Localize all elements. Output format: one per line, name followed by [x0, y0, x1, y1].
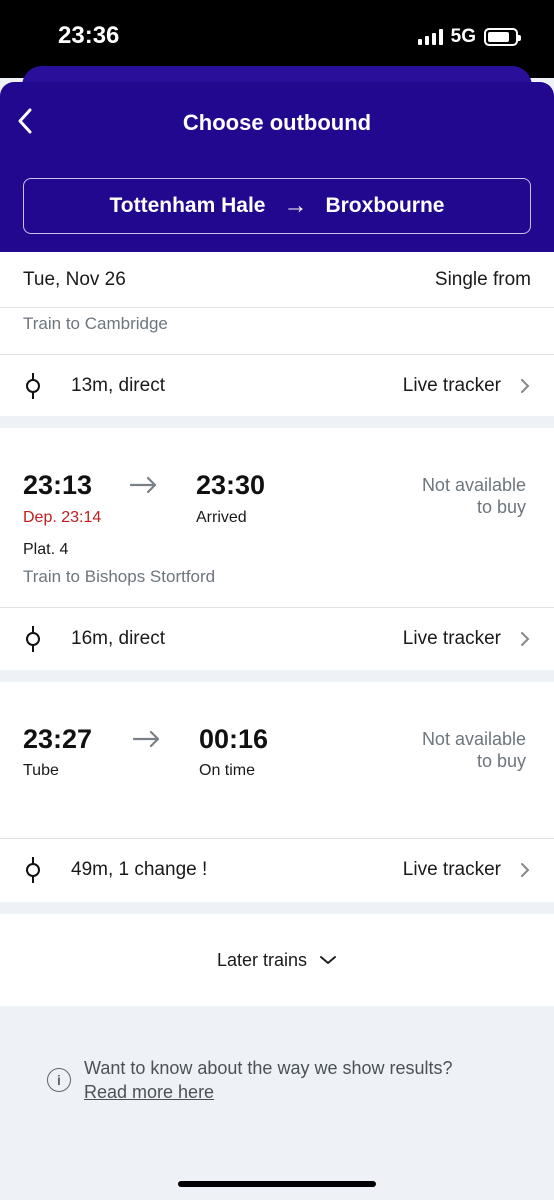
live-tracker-link[interactable]: Live tracker	[403, 859, 501, 881]
train-destination: Train to Bishops Stortford	[23, 567, 216, 586]
availability-status: Not available to buy	[422, 728, 526, 772]
arrival-status: On time	[199, 762, 256, 779]
live-tracker-link[interactable]: Live tracker	[403, 375, 501, 397]
journey-icon	[23, 856, 43, 884]
status-time: 23:36	[58, 22, 120, 49]
chevron-right-icon	[521, 378, 530, 393]
arrival-time: 23:30	[196, 470, 266, 500]
arrival-time: 00:16	[199, 724, 269, 754]
info-icon: i	[47, 1068, 71, 1092]
chevron-right-icon	[521, 631, 530, 646]
route-arrow-icon: →	[283, 192, 308, 219]
departure-status: Dep. 23:14	[23, 509, 102, 526]
journey-footer[interactable]: 13m, direct Live tracker	[0, 354, 554, 416]
arrow-right-icon	[130, 476, 157, 494]
journey-card[interactable]: 23:27 00:16 Tube On time Not available t…	[0, 682, 554, 902]
availability-line: Not available	[421, 475, 526, 495]
destination-station: Broxbourne	[325, 194, 445, 217]
journey-card[interactable]: Train to Cambridge 13m, direct Live trac…	[0, 308, 554, 416]
home-indicator[interactable]	[178, 1181, 376, 1187]
date-bar: Tue, Nov 26 Single from	[0, 252, 554, 308]
departure-status: Tube	[23, 762, 59, 779]
origin-station: Tottenham Hale	[109, 194, 266, 217]
availability-line: Not available	[421, 729, 526, 749]
route-selector[interactable]: Tottenham Hale → Broxbourne	[23, 178, 531, 234]
journey-footer[interactable]: 16m, direct Live tracker	[0, 607, 554, 669]
header: Choose outbound Tottenham Hale → Broxbou…	[0, 82, 554, 252]
journey-summary: 16m, direct	[71, 627, 165, 649]
departure-time: 23:27	[23, 724, 93, 754]
availability-line: to buy	[476, 751, 526, 771]
chevron-down-icon	[320, 956, 337, 964]
journey-footer[interactable]: 49m, 1 change ! Live tracker	[0, 838, 554, 900]
travel-date: Tue, Nov 26	[23, 268, 126, 290]
signal-icon	[417, 29, 443, 45]
network-label: 5G	[450, 26, 476, 47]
arrow-right-icon	[133, 730, 160, 748]
status-indicators: 5G	[417, 26, 521, 48]
read-more-link[interactable]: Read more here	[84, 1080, 453, 1104]
journey-icon	[23, 372, 43, 400]
journey-icon	[23, 625, 43, 653]
later-trains-label: Later trains	[216, 949, 308, 970]
arrival-status: Arrived	[196, 509, 247, 526]
journey-summary: 13m, direct	[71, 374, 165, 396]
later-trains-button[interactable]: Later trains	[0, 914, 554, 1006]
journey-summary: 49m, 1 change !	[71, 858, 208, 880]
availability-status: Not available to buy	[422, 474, 526, 518]
page-title: Choose outbound	[182, 110, 372, 135]
availability-line: to buy	[476, 497, 526, 517]
platform-label: Plat. 4	[23, 541, 69, 558]
train-destination: Train to Cambridge	[23, 314, 168, 333]
info-text: Want to know about the way we show resul…	[84, 1056, 453, 1104]
departure-time: 23:13	[23, 470, 93, 500]
ticket-type-label: Single from	[434, 268, 531, 290]
live-tracker-link[interactable]: Live tracker	[403, 628, 501, 650]
chevron-right-icon	[521, 862, 530, 877]
battery-icon	[484, 28, 521, 46]
info-question: Want to know about the way we show resul…	[84, 1058, 453, 1078]
journey-card[interactable]: 23:13 23:30 Dep. 23:14 Arrived Not avail…	[0, 428, 554, 670]
